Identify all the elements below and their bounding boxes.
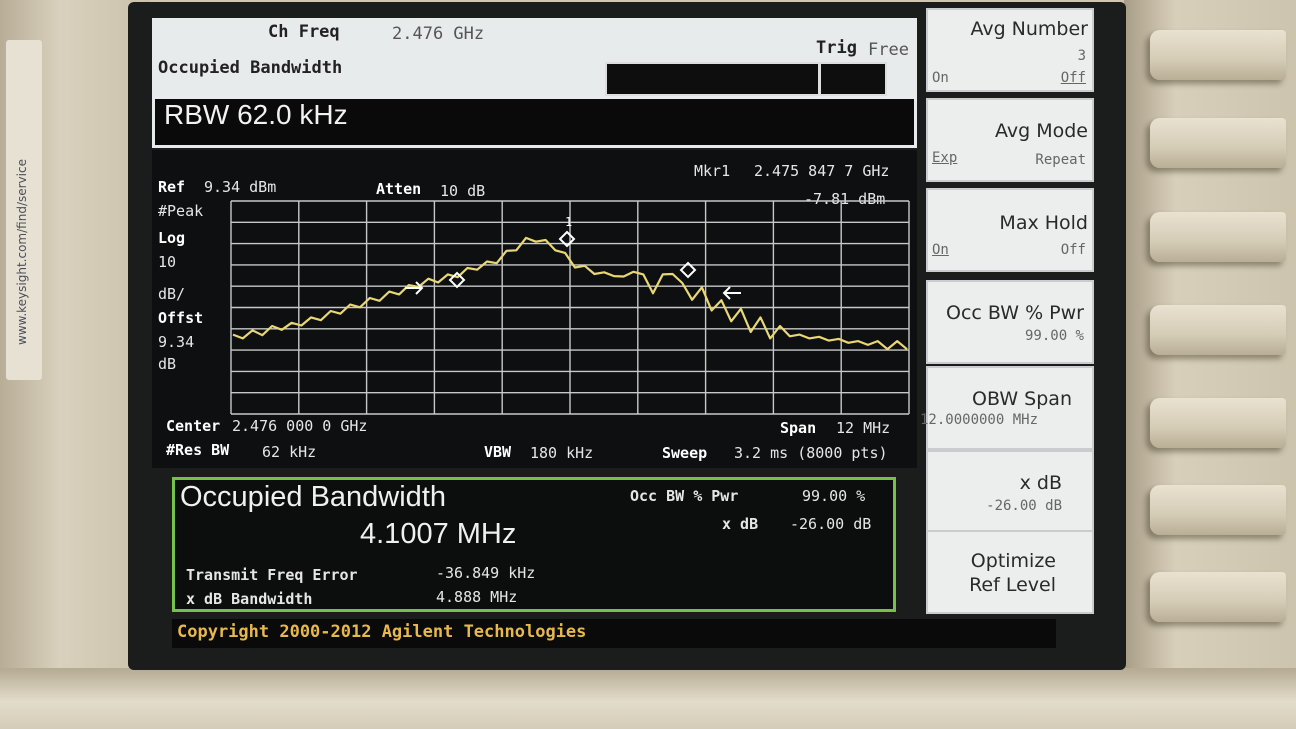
sweep-value: 3.2 ms (8000 pts)	[734, 444, 888, 462]
hardware-softkey-4[interactable]	[1150, 305, 1286, 355]
ref-value: 9.34 dBm	[204, 178, 277, 196]
res-bw-label: #Res BW	[166, 441, 230, 459]
active-function-text: RBW 62.0 kHz	[164, 99, 348, 130]
span-label: Span	[780, 419, 817, 437]
hardware-softkey-7[interactable]	[1150, 572, 1286, 622]
scale-value: 10	[158, 253, 177, 271]
softkey-option-repeat: Repeat	[1035, 152, 1086, 168]
hardware-softkey-5[interactable]	[1150, 398, 1286, 448]
marker-label: Mkr1	[694, 162, 731, 180]
xdb-value: -26.00 dB	[790, 515, 872, 533]
softkey-title: Optimize	[970, 550, 1056, 572]
softkey-value: -26.00 dB	[986, 498, 1062, 514]
instrument-bezel-bottom	[0, 668, 1296, 729]
marker-frequency: 2.475 847 7 GHz	[754, 162, 890, 180]
span-value: 12 MHz	[836, 419, 891, 437]
softkey-option-off: Off	[1060, 242, 1086, 258]
tx-freq-error-value: -36.849 kHz	[436, 564, 536, 582]
softkey-occ-bw-pwr[interactable]: Occ BW % Pwr 99.00 %	[926, 280, 1094, 364]
softkey-option-exp: Exp	[932, 150, 958, 166]
res-bw-value: 62 kHz	[262, 443, 317, 461]
occ-bw-pwr-value: 99.00 %	[802, 487, 866, 505]
xdb-label: x dB	[722, 515, 759, 533]
ch-freq-label: Ch Freq	[268, 22, 340, 42]
trigger-status-box	[605, 62, 887, 96]
trig-label: Trig	[816, 38, 857, 58]
softkey-obw-span[interactable]: OBW Span 12.0000000 MHz	[920, 366, 1094, 450]
atten-label: Atten	[376, 180, 422, 198]
results-title: Occupied Bandwidth	[180, 481, 446, 513]
trig-value: Free	[868, 40, 909, 60]
xdb-bandwidth-label: x dB Bandwidth	[186, 590, 313, 608]
offset-value: 9.34	[158, 333, 195, 351]
vbw-value: 180 kHz	[530, 444, 594, 462]
softkey-value: 12.0000000 MHz	[920, 412, 1039, 428]
hardware-softkey-3[interactable]	[1150, 212, 1286, 262]
softkey-max-hold[interactable]: Max Hold On Off	[926, 188, 1094, 272]
scale-unit: dB/	[158, 285, 186, 303]
detector-label: #Peak	[158, 202, 204, 220]
softkey-title: Max Hold	[999, 212, 1088, 234]
softkey-title: x dB	[1019, 472, 1062, 494]
softkey-title: Avg Number	[970, 18, 1088, 40]
softkey-option-on: On	[932, 70, 949, 86]
softkey-title: OBW Span	[972, 388, 1072, 410]
xdb-right-arrow-icon	[722, 286, 741, 300]
softkey-avg-number[interactable]: Avg Number 3 On Off	[926, 8, 1094, 92]
softkey-value: 3	[1077, 48, 1086, 64]
vbw-label: VBW	[484, 443, 512, 461]
copyright-text: Copyright 2000-2012 Agilent Technologies	[177, 622, 587, 642]
ref-label: Ref	[158, 178, 186, 196]
softkey-xdb[interactable]: x dB -26.00 dB	[926, 450, 1094, 534]
xdb-left-arrow-icon	[405, 281, 424, 295]
softkey-avg-mode[interactable]: Avg Mode Exp Repeat	[926, 98, 1094, 182]
mode-title: Occupied Bandwidth	[158, 58, 343, 78]
graticule	[230, 200, 910, 415]
hardware-softkey-2[interactable]	[1150, 118, 1286, 168]
center-label: Center	[166, 417, 221, 435]
center-value: 2.476 000 0 GHz	[232, 417, 368, 435]
marker-1-number: 1	[565, 215, 572, 229]
atten-value: 10 dB	[440, 182, 486, 200]
hardware-softkey-6[interactable]	[1150, 485, 1286, 535]
xdb-bandwidth-value: 4.888 MHz	[436, 588, 518, 606]
spectrum-plot: 1	[230, 200, 910, 415]
softkey-title-line2: Ref Level	[969, 574, 1056, 596]
ch-freq-value: 2.476 GHz	[392, 24, 485, 44]
scale-type: Log	[158, 229, 186, 247]
softkey-value: 99.00 %	[1024, 328, 1084, 344]
softkey-title: Occ BW % Pwr	[946, 302, 1084, 324]
occupied-bandwidth-value: 4.1007 MHz	[360, 518, 517, 550]
tx-freq-error-label: Transmit Freq Error	[186, 566, 358, 584]
occ-bw-pwr-label: Occ BW % Pwr	[630, 487, 739, 505]
softkey-option-on: On	[932, 242, 949, 258]
offset-label: Offst	[158, 309, 204, 327]
sweep-label: Sweep	[662, 444, 708, 462]
softkey-optimize-ref-level[interactable]: Optimize Ref Level	[926, 530, 1094, 614]
service-sticker-text: www.keysight.com/find/service	[15, 159, 29, 345]
softkey-title: Avg Mode	[995, 120, 1088, 142]
softkey-option-off: Off	[1060, 70, 1086, 86]
trigger-status-divider	[818, 62, 821, 96]
offset-unit: dB	[158, 355, 177, 373]
hardware-softkey-1[interactable]	[1150, 30, 1286, 80]
